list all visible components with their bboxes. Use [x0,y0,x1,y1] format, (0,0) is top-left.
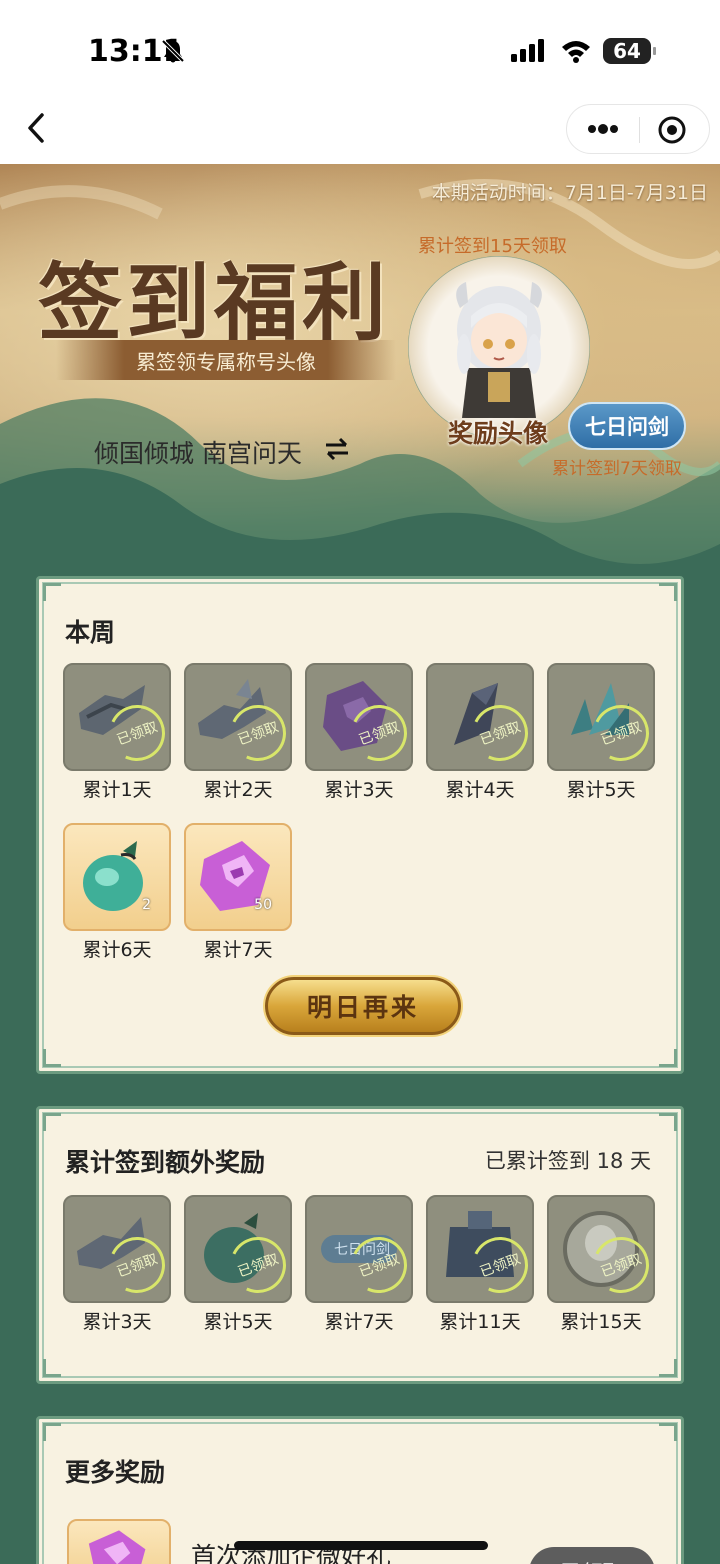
reward-day-label: 累计7天 [203,939,273,961]
extra-reward-3[interactable]: 已领取 累计3天 [63,1195,171,1333]
avatar-reward-label: 奖励头像 [448,419,549,448]
wifi-icon [562,41,590,63]
extra-panel-title: 累计签到额外奖励 [65,1148,266,1177]
reward-day-label: 累计11天 [439,1311,521,1333]
reward-tile: 2 [63,823,171,931]
reward-day-label: 累计5天 [566,779,636,801]
reward-tile: 已领取 [184,1195,292,1303]
week-reward-day6[interactable]: 2 累计6天 [63,823,171,961]
reward-tile: 已领取 [184,663,292,771]
swap-account-icon[interactable] [324,436,350,462]
status-bar: 13:11 64 [0,0,720,100]
signal-icon [511,39,544,62]
extra-reward-7[interactable]: 七日问剑 已领取 累计7天 [305,1195,413,1333]
purple-gem-icon [67,1519,171,1564]
banner-title: 签到福利 [38,253,391,352]
week-reward-day1[interactable]: 已领取 累计1天 [63,663,171,801]
reward-day-label: 累计3天 [82,1311,152,1333]
chibi-character-icon [456,282,542,418]
reward-day-label: 累计1天 [82,779,152,801]
come-back-tomorrow-button[interactable]: 明日再来 [265,977,461,1035]
reward-avatar [408,256,590,438]
reward-day-label: 累计5天 [203,1311,273,1333]
reward-day-label: 累计6天 [82,939,152,961]
nav-bar [0,100,720,164]
extra-reward-5[interactable]: 已领取 累计5天 [184,1195,292,1333]
jade-pouch-icon [83,841,143,911]
reward-day-label: 累计15天 [560,1311,642,1333]
week-reward-day2[interactable]: 已领取 累计2天 [184,663,292,801]
week-reward-day3[interactable]: 已领取 累计3天 [305,663,413,801]
reward-tile: 50 [184,823,292,931]
extra-reward-11[interactable]: 已领取 累计11天 [426,1195,534,1333]
reward-day-label: 累计7天 [324,1311,394,1333]
sign-in-banner: 本期活动时间：7月1日-7月31日 签到福利 累签领专属称号头像 倾国倾城 南宫… [0,164,720,584]
week-reward-day5[interactable]: 已领取 累计5天 [547,663,655,801]
close-target-icon[interactable] [657,115,687,145]
title-reward-note: 累计签到7天领取 [552,459,682,479]
reward-quantity: 2 [142,897,151,913]
banner-subtitle: 累签领专属称号头像 [56,340,396,380]
reward-tile: 已领取 [547,663,655,771]
extra-reward-15[interactable]: 已领取 累计15天 [547,1195,655,1333]
week-panel-title: 本周 [65,618,116,647]
battery-indicator: 64 [603,38,656,64]
purple-gem-icon [200,841,270,911]
activity-time: 本期活动时间：7月1日-7月31日 [431,182,708,204]
reward-tile: 已领取 [426,663,534,771]
reward-tile: 已领取 [547,1195,655,1303]
reward-tile: 已领取 [63,663,171,771]
bell-muted-icon [161,39,185,63]
reward-day-label: 累计4天 [445,779,515,801]
user-name: 倾国倾城 南宫问天 [94,439,302,468]
more-panel-title: 更多奖励 [65,1458,166,1487]
reward-tile: 已领取 [426,1195,534,1303]
week-panel: 本周 已领取 累计1天 已领取 累计2天 已领取 累计3天 已领取 累计4天 已… [36,576,684,1074]
home-indicator [234,1541,488,1550]
capsule-divider [639,117,640,143]
avatar-reward-note: 累计签到15天领取 [418,236,567,257]
week-reward-day7[interactable]: 50 累计7天 [184,823,292,961]
more-item-claimed-button[interactable]: 已领取 [529,1547,655,1564]
reward-tile: 已领取 [63,1195,171,1303]
title-reward-badge: 七日问剑 [568,402,686,450]
reward-day-label: 累计2天 [203,779,273,801]
accumulated-days-summary: 已累计签到 18 天 [484,1149,651,1173]
reward-quantity: 50 [254,897,272,913]
mini-program-capsule [566,104,710,154]
reward-tile: 已领取 [305,663,413,771]
reward-day-label: 累计3天 [324,779,394,801]
week-reward-day4[interactable]: 已领取 累计4天 [426,663,534,801]
reward-tile: 七日问剑 已领取 [305,1195,413,1303]
extra-rewards-panel: 累计签到额外奖励 已累计签到 18 天 已领取 累计3天 已领取 累计5天 七日… [36,1106,684,1384]
back-arrow-icon[interactable] [22,110,52,146]
more-dots-icon[interactable] [585,117,621,141]
